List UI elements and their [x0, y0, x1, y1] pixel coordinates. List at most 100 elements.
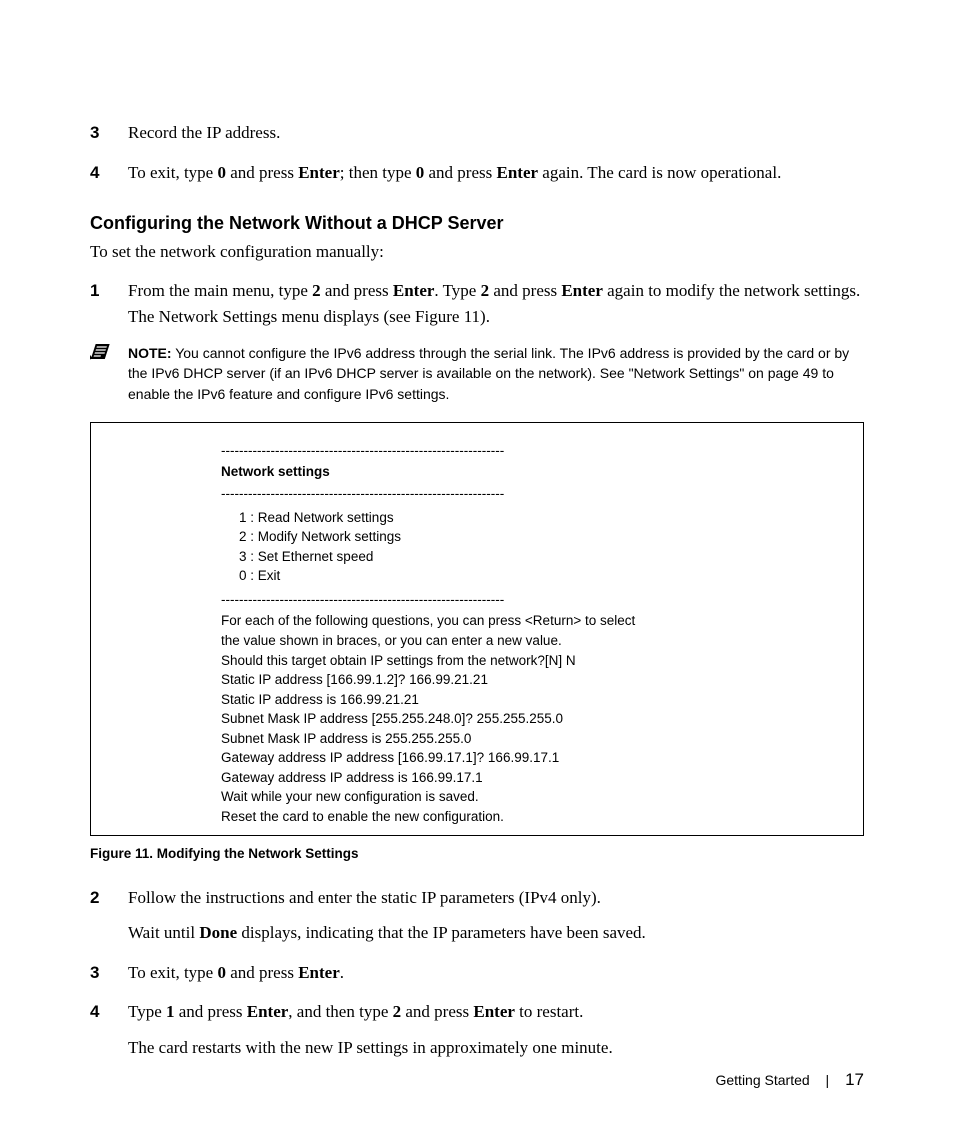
text-run: and press — [226, 163, 298, 182]
text-run: ; then type — [340, 163, 416, 182]
bold-text: Enter — [561, 281, 603, 300]
text-run: displays, indicating that the IP paramet… — [237, 923, 646, 942]
bold-text: 1 — [166, 1002, 175, 1021]
step: 3Record the IP address. — [90, 120, 864, 146]
bold-text: 0 — [416, 163, 425, 182]
step-body: Type 1 and press Enter, and then type 2 … — [128, 999, 864, 1060]
figure-line: the value shown in braces, or you can en… — [221, 631, 845, 651]
text-run: . Type — [434, 281, 480, 300]
text-run: and press — [226, 963, 298, 982]
figure-divider: ----------------------------------------… — [221, 590, 845, 610]
step-body: To exit, type 0 and press Enter. — [128, 960, 864, 986]
figure-line: Static IP address [166.99.1.2]? 166.99.2… — [221, 670, 845, 690]
step-number: 2 — [90, 885, 128, 946]
figure-line: Gateway address IP address [166.99.17.1]… — [221, 748, 845, 768]
step: 4To exit, type 0 and press Enter; then t… — [90, 160, 864, 186]
bold-text: Enter — [393, 281, 435, 300]
text-run: The card restarts with the new IP settin… — [128, 1038, 613, 1057]
figure-divider: ----------------------------------------… — [221, 441, 845, 461]
page-number: 17 — [845, 1070, 864, 1089]
step-number: 3 — [90, 120, 128, 146]
footer-separator: | — [826, 1072, 830, 1088]
text-run: , and then type — [288, 1002, 392, 1021]
step: 3To exit, type 0 and press Enter. — [90, 960, 864, 986]
bold-text: 2 — [481, 281, 490, 300]
figure-line: 1 : Read Network settings — [239, 508, 845, 528]
text-run: and press — [321, 281, 393, 300]
text-run: Wait until — [128, 923, 199, 942]
figure-line: Subnet Mask IP address [255.255.248.0]? … — [221, 709, 845, 729]
figure-line: Gateway address IP address is 166.99.17.… — [221, 768, 845, 788]
page-footer: Getting Started | 17 — [715, 1070, 864, 1090]
step-paragraph: Wait until Done displays, indicating tha… — [128, 920, 864, 946]
step-number: 1 — [90, 278, 128, 329]
text-run: From the main menu, type — [128, 281, 312, 300]
figure-divider: ----------------------------------------… — [221, 484, 845, 504]
figure-box: ----------------------------------------… — [90, 422, 864, 836]
bold-text: 0 — [217, 163, 226, 182]
bold-text: Enter — [298, 163, 340, 182]
text-run: and press — [489, 281, 561, 300]
intro-text: To set the network configuration manuall… — [90, 242, 864, 262]
figure-line: 0 : Exit — [239, 566, 845, 586]
figure-line: For each of the following questions, you… — [221, 611, 845, 631]
figure-caption: Figure 11. Modifying the Network Setting… — [90, 846, 864, 861]
figure-output: For each of the following questions, you… — [221, 611, 845, 826]
step-number: 3 — [90, 960, 128, 986]
step-paragraph: The card restarts with the new IP settin… — [128, 1035, 864, 1061]
step-body: Follow the instructions and enter the st… — [128, 885, 864, 946]
note-block: NOTE: You cannot configure the IPv6 addr… — [90, 343, 864, 404]
step-paragraph: To exit, type 0 and press Enter; then ty… — [128, 160, 864, 186]
step: 1From the main menu, type 2 and press En… — [90, 278, 864, 329]
text-run: To exit, type — [128, 163, 217, 182]
figure-line: Subnet Mask IP address is 255.255.255.0 — [221, 729, 845, 749]
step-1: 1From the main menu, type 2 and press En… — [90, 278, 864, 329]
note-content: You cannot configure the IPv6 address th… — [128, 345, 849, 402]
text-run: Type — [128, 1002, 166, 1021]
bold-text: Enter — [473, 1002, 515, 1021]
text-run: Follow the instructions and enter the st… — [128, 888, 601, 907]
step: 4Type 1 and press Enter, and then type 2… — [90, 999, 864, 1060]
note-text: NOTE: You cannot configure the IPv6 addr… — [128, 343, 864, 404]
text-run: and press — [175, 1002, 247, 1021]
text-run: and press — [424, 163, 496, 182]
note-label: NOTE: — [128, 345, 172, 361]
figure-line: Reset the card to enable the new configu… — [221, 807, 845, 827]
step-body: From the main menu, type 2 and press Ent… — [128, 278, 864, 329]
step: 2Follow the instructions and enter the s… — [90, 885, 864, 946]
bold-text: Enter — [247, 1002, 289, 1021]
figure-line: 2 : Modify Network settings — [239, 527, 845, 547]
figure-title: Network settings — [221, 462, 845, 482]
step-paragraph: To exit, type 0 and press Enter. — [128, 960, 864, 986]
section-heading: Configuring the Network Without a DHCP S… — [90, 213, 864, 234]
step-paragraph: Record the IP address. — [128, 120, 864, 146]
bold-text: Enter — [298, 963, 340, 982]
text-run: To exit, type — [128, 963, 217, 982]
text-run: again. The card is now operational. — [538, 163, 781, 182]
figure-line: Should this target obtain IP settings fr… — [221, 651, 845, 671]
step-paragraph: Type 1 and press Enter, and then type 2 … — [128, 999, 864, 1025]
bold-text: Done — [199, 923, 237, 942]
text-run: and press — [401, 1002, 473, 1021]
bold-text: 2 — [312, 281, 321, 300]
text-run: . — [340, 963, 344, 982]
page: 3Record the IP address.4To exit, type 0 … — [0, 0, 954, 1145]
bold-text: 0 — [217, 963, 226, 982]
step-body: Record the IP address. — [128, 120, 864, 146]
step-paragraph: From the main menu, type 2 and press Ent… — [128, 278, 864, 329]
figure-line: 3 : Set Ethernet speed — [239, 547, 845, 567]
step-number: 4 — [90, 160, 128, 186]
step-body: To exit, type 0 and press Enter; then ty… — [128, 160, 864, 186]
figure-line: Wait while your new configuration is sav… — [221, 787, 845, 807]
step-paragraph: Follow the instructions and enter the st… — [128, 885, 864, 911]
footer-section: Getting Started — [715, 1072, 809, 1088]
bold-text: Enter — [497, 163, 539, 182]
step-number: 4 — [90, 999, 128, 1060]
steps-bottom: 2Follow the instructions and enter the s… — [90, 885, 864, 1061]
text-run: Record the IP address. — [128, 123, 280, 142]
text-run: to restart. — [515, 1002, 583, 1021]
figure-menu: 1 : Read Network settings2 : Modify Netw… — [221, 508, 845, 586]
note-icon — [90, 343, 128, 404]
steps-top: 3Record the IP address.4To exit, type 0 … — [90, 120, 864, 185]
bold-text: 2 — [393, 1002, 402, 1021]
